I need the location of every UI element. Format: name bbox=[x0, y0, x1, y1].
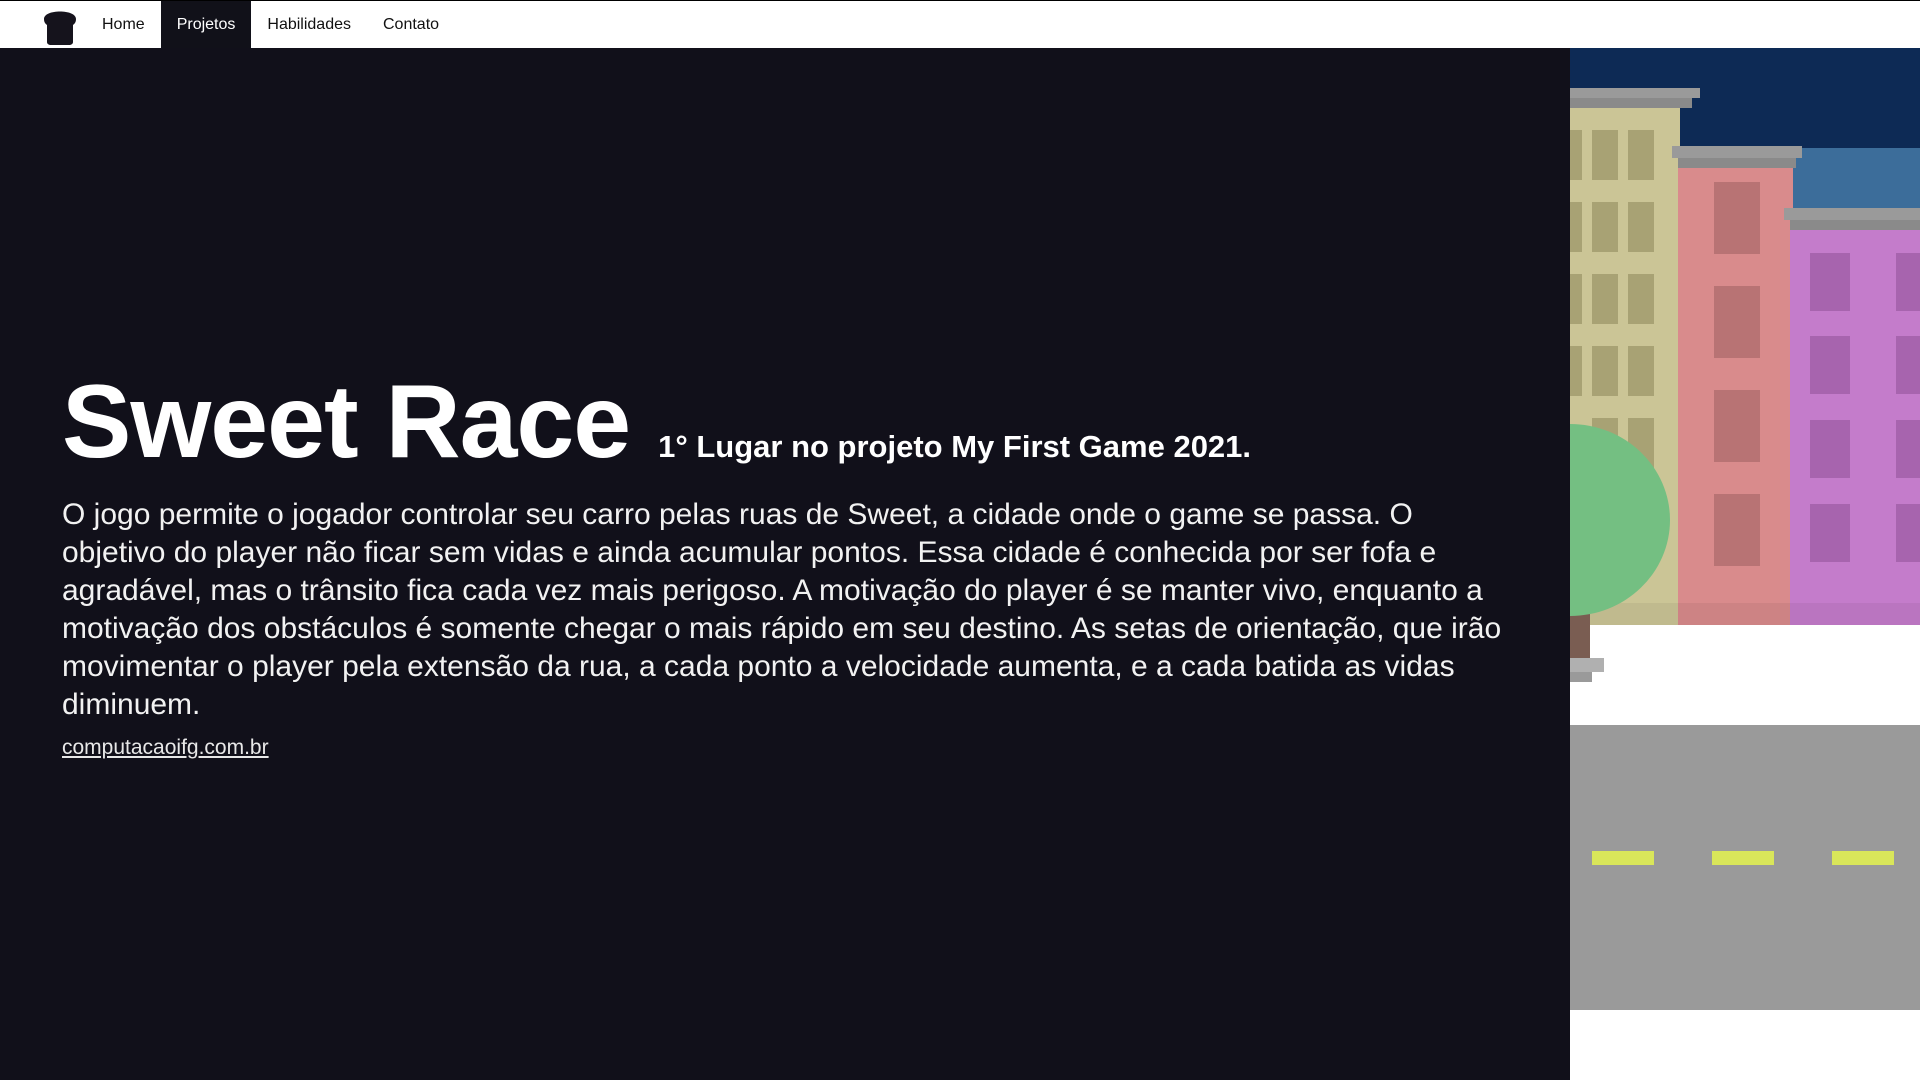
top-navbar: Home Projetos Habilidades Contato bbox=[0, 0, 1920, 48]
nav-contato[interactable]: Contato bbox=[367, 1, 455, 48]
game-scene-illustration bbox=[1470, 48, 1920, 1080]
nav-habilidades[interactable]: Habilidades bbox=[251, 1, 367, 48]
lane-markings bbox=[1592, 851, 1894, 865]
project-title: Sweet Race bbox=[62, 364, 631, 480]
building-yellow-roof bbox=[1570, 88, 1700, 98]
bread-slice-icon bbox=[44, 11, 76, 45]
bottom-sidewalk bbox=[1570, 1010, 1920, 1080]
building-purple-roof bbox=[1784, 208, 1920, 220]
logo[interactable] bbox=[40, 1, 80, 49]
city-street-image bbox=[1470, 48, 1920, 1080]
road bbox=[1570, 725, 1920, 1010]
project-description: O jogo permite o jogador controlar seu c… bbox=[62, 498, 1502, 721]
project-link[interactable]: computacaoifg.com.br bbox=[62, 736, 269, 760]
project-section: Sweet Race 1° Lugar no projeto My First … bbox=[0, 48, 1570, 1080]
title-row: Sweet Race 1° Lugar no projeto My First … bbox=[62, 370, 1251, 474]
sidewalk bbox=[1570, 625, 1920, 725]
nav-projetos[interactable]: Projetos bbox=[160, 1, 252, 48]
project-award: 1° Lugar no projeto My First Game 2021. bbox=[658, 429, 1252, 464]
nav-home[interactable]: Home bbox=[86, 1, 161, 48]
building-pink-roof bbox=[1672, 146, 1802, 158]
